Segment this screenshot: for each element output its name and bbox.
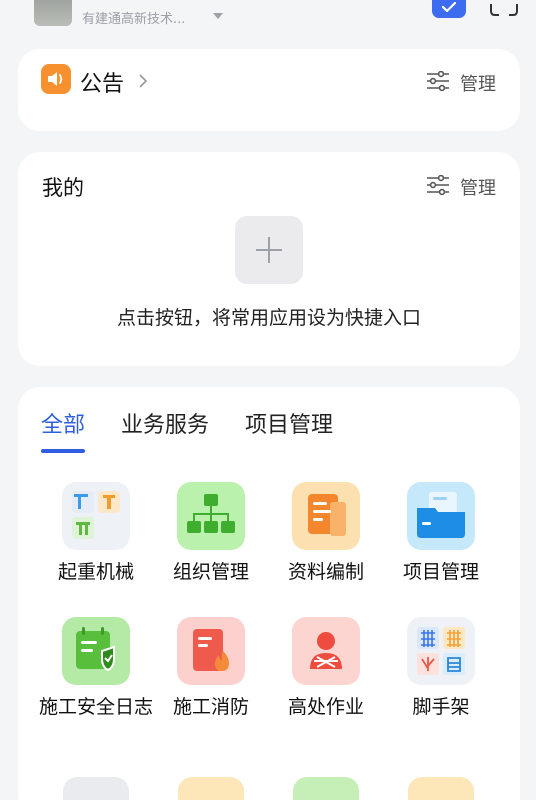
app-project-management[interactable]: 项目管理	[383, 482, 499, 585]
app-scaffold[interactable]: 脚手架	[383, 617, 499, 720]
app-icon-partial[interactable]	[63, 777, 129, 800]
notice-card: 公告 管理	[18, 49, 520, 131]
app-icon-partial[interactable]	[178, 777, 244, 800]
folder-icon	[407, 482, 475, 550]
app-label: 起重机械	[57, 561, 134, 583]
fire-safety-icon	[177, 617, 245, 685]
chevron-down-icon[interactable]	[213, 13, 223, 19]
tab-all[interactable]: 全部	[41, 407, 86, 453]
scaffold-icon	[407, 617, 475, 685]
tab-business-services[interactable]: 业务服务	[121, 407, 209, 453]
todo-check-icon[interactable]	[432, 0, 466, 18]
org-chart-icon	[177, 482, 245, 550]
mine-hint-text: 点击按钮，将常用应用设为快捷入口	[116, 307, 421, 329]
company-name[interactable]: 有建通高新技术...	[82, 8, 185, 27]
apps-card: 全部 业务服务 项目管理 起重机械 组织管理 资料编制 项目管理 施工安全日志 …	[18, 387, 520, 800]
safety-log-icon	[62, 617, 130, 685]
top-header: 有建通高新技术...	[0, 0, 536, 40]
scan-icon[interactable]	[490, 0, 518, 16]
app-icon-partial[interactable]	[293, 777, 359, 800]
notice-title[interactable]: 公告	[80, 66, 124, 98]
app-org-management[interactable]: 组织管理	[153, 482, 269, 585]
category-tabs: 全部 业务服务 项目管理	[41, 407, 333, 453]
sliders-icon	[426, 70, 450, 96]
app-label: 高处作业	[287, 696, 364, 718]
app-label: 组织管理	[172, 561, 249, 583]
app-height-work[interactable]: 高处作业	[268, 617, 384, 720]
mine-manage-button[interactable]: 管理	[426, 174, 496, 200]
sliders-icon	[426, 174, 450, 200]
app-label: 施工安全日志	[38, 696, 153, 718]
app-icon-partial[interactable]	[408, 777, 474, 800]
app-crane-machinery[interactable]: 起重机械	[38, 482, 154, 585]
add-shortcut-button[interactable]	[235, 216, 303, 284]
manage-label: 管理	[460, 74, 496, 95]
app-label: 脚手架	[412, 696, 470, 718]
app-document-compile[interactable]: 资料编制	[268, 482, 384, 585]
manage-label: 管理	[460, 178, 496, 199]
mine-card: 我的 管理 点击按钮，将常用应用设为快捷入口	[18, 152, 520, 366]
chevron-right-icon[interactable]	[138, 73, 148, 93]
mine-title: 我的	[42, 176, 84, 200]
app-label: 资料编制	[287, 561, 364, 583]
app-label: 项目管理	[402, 561, 479, 583]
notice-manage-button[interactable]: 管理	[426, 70, 496, 96]
app-construction-safety-log[interactable]: 施工安全日志	[38, 617, 154, 720]
app-fire-safety[interactable]: 施工消防	[153, 617, 269, 720]
document-edit-icon	[292, 482, 360, 550]
tab-project-management[interactable]: 项目管理	[245, 407, 333, 453]
crane-machinery-icon	[62, 482, 130, 550]
company-avatar[interactable]	[34, 0, 72, 26]
height-work-icon	[292, 617, 360, 685]
app-label: 施工消防	[172, 696, 249, 718]
speaker-icon	[41, 64, 71, 94]
